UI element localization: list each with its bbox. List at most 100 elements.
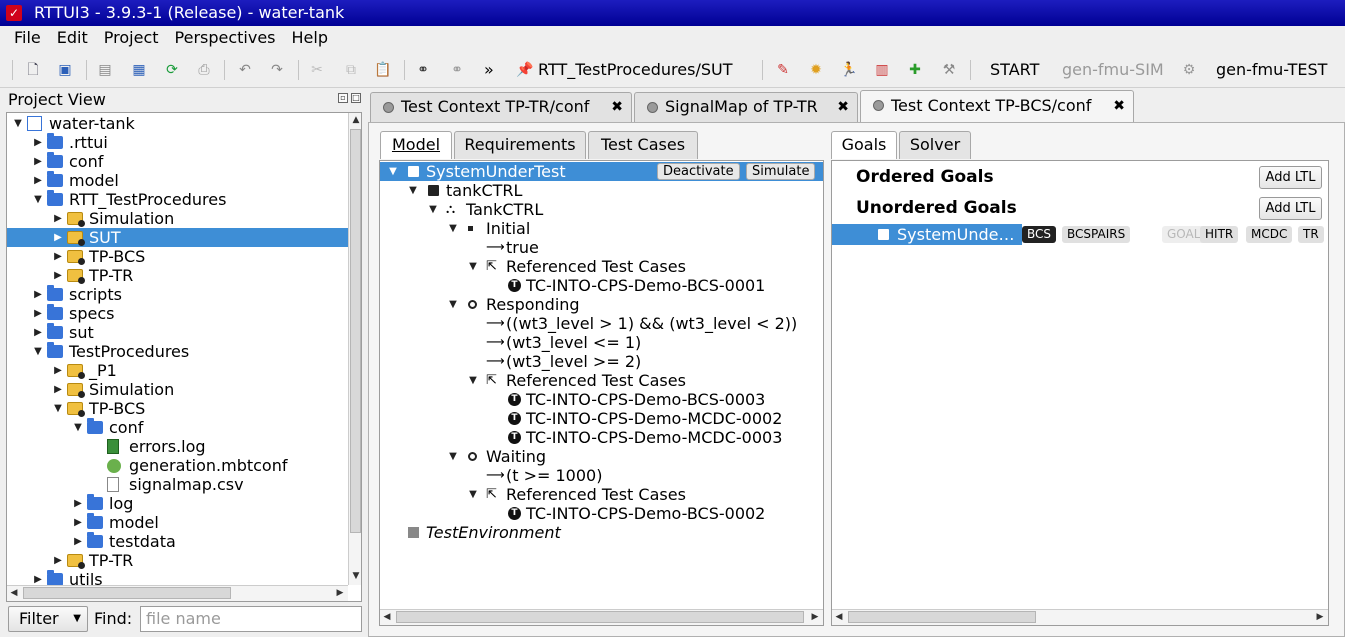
model-tree-item[interactable]: ▼ Waiting bbox=[380, 447, 823, 466]
tab-signalmap-tp-tr[interactable]: SignalMap of TP-TR ✖ bbox=[634, 92, 858, 122]
model-tree-item[interactable]: ▼ ⇱ Referenced Test Cases bbox=[380, 485, 823, 504]
collapse-arrow-icon[interactable]: ▶ bbox=[73, 513, 83, 532]
refresh-icon[interactable]: ⟳ bbox=[163, 61, 181, 79]
find-input[interactable]: file name bbox=[140, 606, 362, 632]
scroll-right-arrow-icon[interactable]: ▶ bbox=[808, 610, 822, 624]
collapse-arrow-icon[interactable]: ▶ bbox=[33, 171, 43, 190]
model-tree-item[interactable]: T TC-INTO-CPS-Demo-BCS-0002 bbox=[380, 504, 823, 523]
tree-item[interactable]: ▼ conf bbox=[7, 418, 348, 437]
collapse-arrow-icon[interactable]: ▶ bbox=[53, 266, 63, 285]
scroll-left-arrow-icon[interactable]: ◀ bbox=[832, 610, 846, 624]
scroll-down-arrow-icon[interactable]: ▼ bbox=[349, 569, 361, 583]
menu-help[interactable]: Help bbox=[284, 26, 336, 50]
coverage-badge[interactable]: MCDC bbox=[1246, 226, 1293, 243]
collapse-arrow-icon[interactable]: ▶ bbox=[53, 247, 63, 266]
menu-edit[interactable]: Edit bbox=[49, 26, 96, 50]
collapse-arrow-icon[interactable]: ▶ bbox=[53, 361, 63, 380]
simulate-button[interactable]: Simulate bbox=[746, 163, 816, 180]
tree-item[interactable]: ▶ log bbox=[7, 494, 348, 513]
model-tree-hscroll-thumb[interactable] bbox=[396, 611, 804, 623]
save-icon[interactable]: ▤ bbox=[96, 61, 114, 79]
model-tree-item[interactable]: ▼ ⇱ Referenced Test Cases bbox=[380, 371, 823, 390]
model-tree-item[interactable]: ⟶ (wt3_level >= 2) bbox=[380, 352, 823, 371]
tree-item[interactable]: ▶ Simulation bbox=[7, 209, 348, 228]
tree-item[interactable]: errors.log bbox=[7, 437, 348, 456]
model-tree-item[interactable]: T TC-INTO-CPS-Demo-BCS-0001 bbox=[380, 276, 823, 295]
tree-item[interactable]: signalmap.csv bbox=[7, 475, 348, 494]
tab-solver[interactable]: Solver bbox=[899, 131, 971, 159]
copy-icon[interactable]: ⧉ bbox=[342, 61, 360, 79]
clipboard-icon[interactable]: ▥ bbox=[873, 61, 891, 79]
tree-item[interactable]: ▼ TP-BCS bbox=[7, 399, 348, 418]
tree-item[interactable]: ▶ TP-TR bbox=[7, 551, 348, 570]
project-tree-vertical-scrollbar[interactable]: ▲ ▼ bbox=[348, 113, 361, 585]
tab-test-cases[interactable]: Test Cases bbox=[588, 131, 698, 159]
tree-item[interactable]: ▶ model bbox=[7, 513, 348, 532]
goal-row[interactable]: SystemUnde… BCS BCSPAIRS GOAL HITR MCDC TR bbox=[832, 224, 1328, 245]
new-file-icon[interactable]: 🗋 bbox=[24, 61, 42, 79]
marker-icon[interactable]: ✎ bbox=[774, 61, 792, 79]
maximize-panel-icon[interactable]: □ bbox=[351, 93, 361, 103]
tree-item[interactable]: ▶ sut bbox=[7, 323, 348, 342]
tools-icon[interactable]: ⚒ bbox=[940, 61, 958, 79]
collapse-arrow-icon[interactable]: ▶ bbox=[53, 380, 63, 399]
model-tree-item[interactable]: TestEnvironment bbox=[380, 523, 823, 542]
model-tree-item[interactable]: ▼ Responding bbox=[380, 295, 823, 314]
expand-arrow-icon[interactable]: ▼ bbox=[73, 418, 83, 437]
tree-item[interactable]: ▶ testdata bbox=[7, 532, 348, 551]
toolbar-overflow-button[interactable]: » bbox=[484, 61, 494, 79]
project-tree-horizontal-scrollbar[interactable]: ◀ ▶ bbox=[7, 585, 348, 601]
open-folder-icon[interactable]: ▣ bbox=[56, 61, 74, 79]
undo-icon[interactable]: ↶ bbox=[236, 61, 254, 79]
tree-item[interactable]: ▶ .rttui bbox=[7, 133, 348, 152]
collapse-arrow-icon[interactable]: ▶ bbox=[33, 285, 43, 304]
model-tree-item[interactable]: ▼ tankCTRL bbox=[380, 181, 823, 200]
tree-item[interactable]: ▶ scripts bbox=[7, 285, 348, 304]
runner-icon[interactable]: 🏃 bbox=[840, 61, 858, 79]
model-tree-item[interactable]: ⟶ (t >= 1000) bbox=[380, 466, 823, 485]
find-binoculars-icon[interactable]: ⚭ bbox=[414, 61, 432, 79]
model-tree-item[interactable]: ⟶ ((wt3_level > 1) && (wt3_level < 2)) bbox=[380, 314, 823, 333]
expand-arrow-icon[interactable]: ▼ bbox=[33, 342, 43, 361]
close-icon[interactable]: ✖ bbox=[837, 93, 849, 121]
expand-arrow-icon[interactable]: ▼ bbox=[468, 371, 478, 390]
start-button[interactable]: START bbox=[990, 61, 1039, 79]
tree-item[interactable]: ▶ TP-BCS bbox=[7, 247, 348, 266]
project-tree-scroll-thumb[interactable] bbox=[350, 129, 361, 533]
collapse-arrow-icon[interactable]: ▶ bbox=[73, 494, 83, 513]
menu-project[interactable]: Project bbox=[96, 26, 167, 50]
model-tree[interactable]: ▼ SystemUnderTest Deactivate Simulate ▼ tankC… bbox=[379, 160, 824, 626]
expand-arrow-icon[interactable]: ▼ bbox=[408, 181, 418, 200]
gen-fmu-sim-button[interactable]: gen-fmu-SIM bbox=[1062, 61, 1164, 79]
collapse-arrow-icon[interactable]: ▶ bbox=[33, 152, 43, 171]
tree-item[interactable]: generation.mbtconf bbox=[7, 456, 348, 475]
tree-item[interactable]: ▼ RTT_TestProcedures bbox=[7, 190, 348, 209]
tree-item[interactable]: ▶ TP-TR bbox=[7, 266, 348, 285]
gear-icon[interactable]: ⚙ bbox=[1180, 61, 1198, 79]
tab-requirements[interactable]: Requirements bbox=[454, 131, 586, 159]
scroll-right-arrow-icon[interactable]: ▶ bbox=[333, 586, 347, 600]
model-tree-item[interactable]: ▼ Initial bbox=[380, 219, 823, 238]
tree-item[interactable]: ▼ TestProcedures bbox=[7, 342, 348, 361]
find-next-binoculars-icon[interactable]: ⚭ bbox=[448, 61, 466, 79]
collapse-arrow-icon[interactable]: ▶ bbox=[33, 133, 43, 152]
deactivate-button[interactable]: Deactivate bbox=[657, 163, 740, 180]
expand-arrow-icon[interactable]: ▼ bbox=[428, 200, 438, 219]
project-tree-hscroll-thumb[interactable] bbox=[23, 587, 231, 599]
cut-icon[interactable]: ✂ bbox=[308, 61, 326, 79]
model-tree-item[interactable]: ▼ ⛬ TankCTRL bbox=[380, 200, 823, 219]
tab-model[interactable]: Model bbox=[380, 131, 452, 159]
gen-fmu-test-button[interactable]: gen-fmu-TEST bbox=[1216, 61, 1327, 79]
expand-arrow-icon[interactable]: ▼ bbox=[33, 190, 43, 209]
coverage-badge[interactable]: HITR bbox=[1200, 226, 1239, 243]
paste-icon[interactable]: 📋 bbox=[374, 61, 392, 79]
coverage-badge[interactable]: BCSPAIRS bbox=[1062, 226, 1131, 243]
scroll-left-arrow-icon[interactable]: ◀ bbox=[380, 610, 394, 624]
tree-item[interactable]: ▶ _P1 bbox=[7, 361, 348, 380]
model-tree-item[interactable]: ⟶ (wt3_level <= 1) bbox=[380, 333, 823, 352]
scroll-left-arrow-icon[interactable]: ◀ bbox=[7, 586, 21, 600]
model-tree-item[interactable]: T TC-INTO-CPS-Demo-MCDC-0003 bbox=[380, 428, 823, 447]
add-ltl-unordered-button[interactable]: Add LTL bbox=[1259, 197, 1322, 220]
model-tree-item[interactable]: T TC-INTO-CPS-Demo-BCS-0003 bbox=[380, 390, 823, 409]
collapse-arrow-icon[interactable]: ▶ bbox=[73, 532, 83, 551]
